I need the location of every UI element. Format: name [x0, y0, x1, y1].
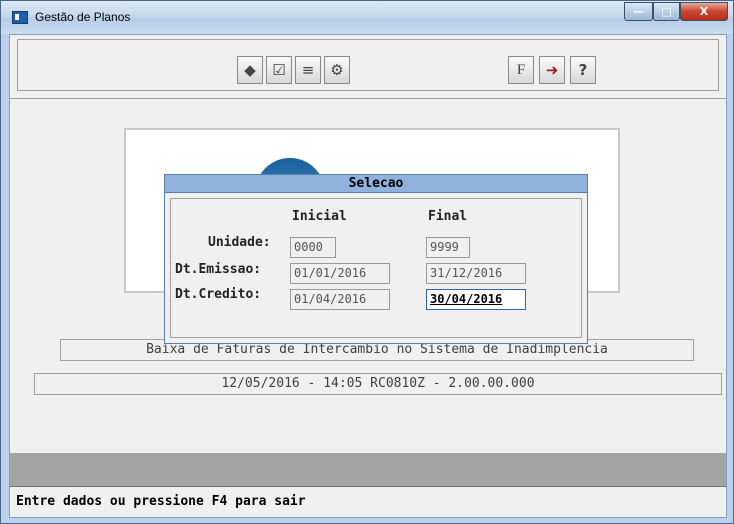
unidade-final-field[interactable]: 9999	[426, 237, 470, 258]
dialog-frame: Inicial Final Unidade: 0000 9999 Dt.Emis…	[170, 198, 582, 338]
minimize-button[interactable]: —	[624, 2, 653, 21]
app-icon	[12, 11, 28, 24]
label-dt-emissao: Dt.Emissao:	[175, 262, 262, 277]
toolbar-button-f[interactable]: F	[508, 56, 534, 84]
dt-credito-initial-field[interactable]: 01/04/2016	[290, 289, 390, 310]
dt-credito-final-field[interactable]: 30/04/2016	[426, 289, 526, 310]
label-unidade: Unidade:	[208, 235, 271, 250]
dt-emissao-initial-field[interactable]: 01/01/2016	[290, 263, 390, 284]
toolbar-button-help[interactable]: ?	[570, 56, 596, 84]
dt-emissao-final-field[interactable]: 31/12/2016	[426, 263, 526, 284]
selection-dialog: Selecao Inicial Final Unidade: 0000 9999…	[164, 174, 588, 344]
toolbar-button-list[interactable]: ≡	[295, 56, 321, 84]
close-button[interactable]: X	[680, 2, 728, 21]
window-title: Gestão de Planos	[35, 10, 131, 24]
label-dt-credito: Dt.Credito:	[175, 287, 262, 302]
toolbar-button-checklist[interactable]: ☑	[266, 56, 292, 84]
gears-icon: ⚙	[330, 61, 344, 79]
title-bar[interactable]: Gestão de Planos — □ X	[1, 1, 733, 34]
app-window: Gestão de Planos — □ X ◆ ☑ ≡ ⚙ F ➜ ? Bai…	[0, 0, 734, 524]
program-version: 12/05/2016 - 14:05 RC0810Z - 2.00.00.000	[34, 373, 722, 395]
f-icon: F	[516, 61, 526, 78]
column-header-final: Final	[428, 209, 468, 224]
column-header-initial: Inicial	[292, 209, 347, 224]
separator-band	[10, 453, 726, 486]
checklist-icon: ☑	[272, 61, 286, 79]
unidade-initial-field[interactable]: 0000	[290, 237, 336, 258]
maximize-button[interactable]: □	[653, 2, 680, 21]
toolbar-button-gears[interactable]: ⚙	[324, 56, 350, 84]
status-bar: Entre dados ou pressione F4 para sair	[10, 486, 726, 519]
action-icon: ◆	[244, 61, 256, 79]
dialog-title: Selecao	[165, 175, 587, 193]
toolbar-button-exit[interactable]: ➜	[539, 56, 565, 84]
exit-door-icon: ➜	[545, 61, 559, 79]
help-icon: ?	[578, 61, 588, 79]
list-icon: ≡	[301, 61, 315, 79]
toolbar-button-action[interactable]: ◆	[237, 56, 263, 84]
toolbar: ◆ ☑ ≡ ⚙ F ➜ ?	[17, 39, 719, 91]
